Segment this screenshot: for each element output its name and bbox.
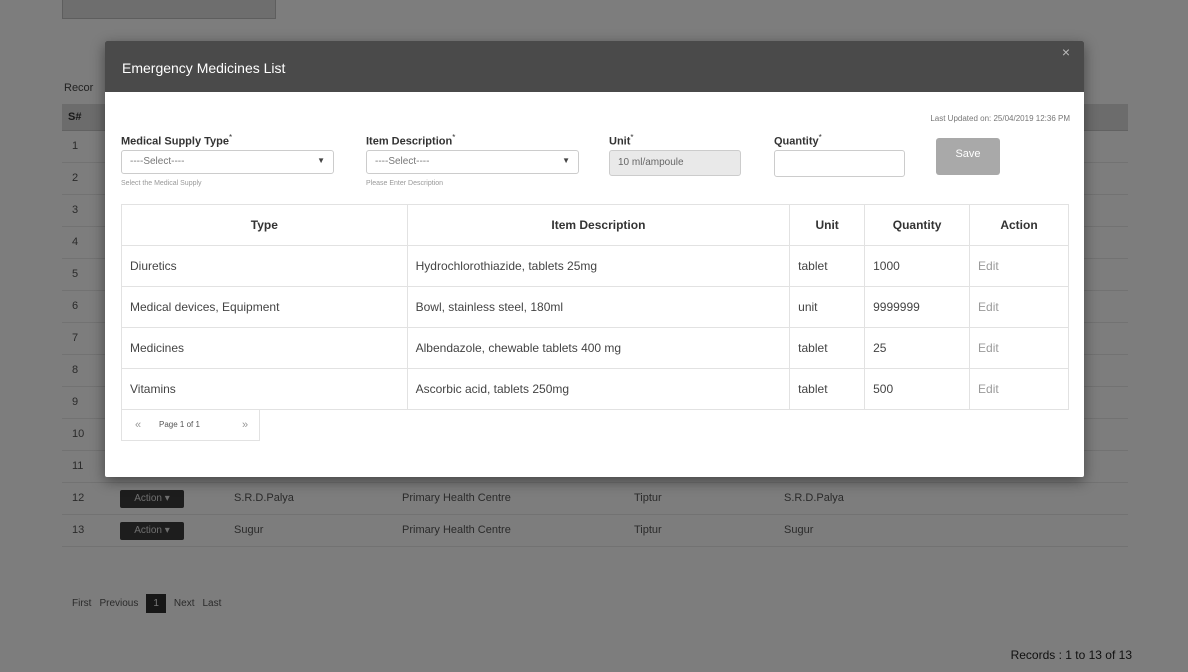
cell-type: Diuretics — [121, 245, 408, 287]
modal-pager: « Page 1 of 1 » — [121, 409, 260, 441]
cell-type: Medical devices, Equipment — [121, 286, 408, 328]
table-row: Medical devices, Equipment Bowl, stainle… — [121, 286, 1069, 328]
close-icon[interactable]: × — [1062, 44, 1070, 60]
cell-quantity: 500 — [864, 368, 971, 410]
cell-quantity: 9999999 — [864, 286, 971, 328]
item-description-label: Item Description* — [366, 133, 456, 148]
supply-type-select[interactable]: ----Select---- ▼ — [121, 150, 334, 174]
cell-item: Ascorbic acid, tablets 250mg — [406, 368, 791, 410]
header-type: Type — [121, 204, 408, 246]
cell-quantity: 1000 — [864, 245, 971, 287]
next-page-button[interactable]: » — [242, 419, 248, 431]
header-unit: Unit — [789, 204, 866, 246]
header-action: Action — [969, 204, 1069, 246]
cell-type: Vitamins — [121, 368, 408, 410]
chevron-down-icon: ▼ — [317, 156, 325, 165]
edit-link[interactable]: Edit — [969, 245, 1069, 287]
cell-item: Albendazole, chewable tablets 400 mg — [406, 327, 791, 369]
item-description-help: Please Enter Description — [366, 180, 444, 187]
cell-item: Hydrochlorothiazide, tablets 25mg — [406, 245, 791, 287]
item-description-select[interactable]: ----Select---- ▼ — [366, 150, 579, 174]
supply-type-help: Select the Medical Supply — [121, 180, 202, 187]
emergency-medicines-modal: Emergency Medicines List × Last Updated … — [105, 41, 1084, 477]
save-button[interactable]: Save — [936, 138, 1000, 175]
edit-link[interactable]: Edit — [969, 327, 1069, 369]
last-updated-text: Last Updated on: 25/04/2019 12:36 PM — [930, 114, 1070, 123]
quantity-label: Quantity* — [774, 133, 822, 148]
supply-type-label: Medical Supply Type* — [121, 133, 233, 148]
cell-type: Medicines — [121, 327, 408, 369]
quantity-input[interactable] — [774, 150, 905, 177]
cell-quantity: 25 — [864, 327, 971, 369]
table-row: Medicines Albendazole, chewable tablets … — [121, 327, 1069, 369]
page-info: Page 1 of 1 — [159, 420, 200, 429]
modal-header: Emergency Medicines List × — [105, 41, 1084, 92]
cell-item: Bowl, stainless steel, 180ml — [406, 286, 791, 328]
unit-label: Unit* — [609, 133, 634, 148]
modal-title: Emergency Medicines List — [122, 60, 286, 76]
medicines-table: Type Item Description Unit Quantity Acti… — [121, 204, 1069, 410]
edit-link[interactable]: Edit — [969, 368, 1069, 410]
header-item-description: Item Description — [406, 204, 791, 246]
medicines-table-header: Type Item Description Unit Quantity Acti… — [121, 204, 1069, 246]
cell-unit: tablet — [789, 327, 866, 369]
table-row: Vitamins Ascorbic acid, tablets 250mg ta… — [121, 368, 1069, 410]
header-quantity: Quantity — [864, 204, 971, 246]
prev-page-button[interactable]: « — [135, 419, 141, 431]
cell-unit: tablet — [789, 368, 866, 410]
cell-unit: unit — [789, 286, 866, 328]
chevron-down-icon: ▼ — [562, 156, 570, 165]
unit-field: 10 ml/ampoule — [609, 150, 741, 176]
cell-unit: tablet — [789, 245, 866, 287]
edit-link[interactable]: Edit — [969, 286, 1069, 328]
table-row: Diuretics Hydrochlorothiazide, tablets 2… — [121, 245, 1069, 287]
